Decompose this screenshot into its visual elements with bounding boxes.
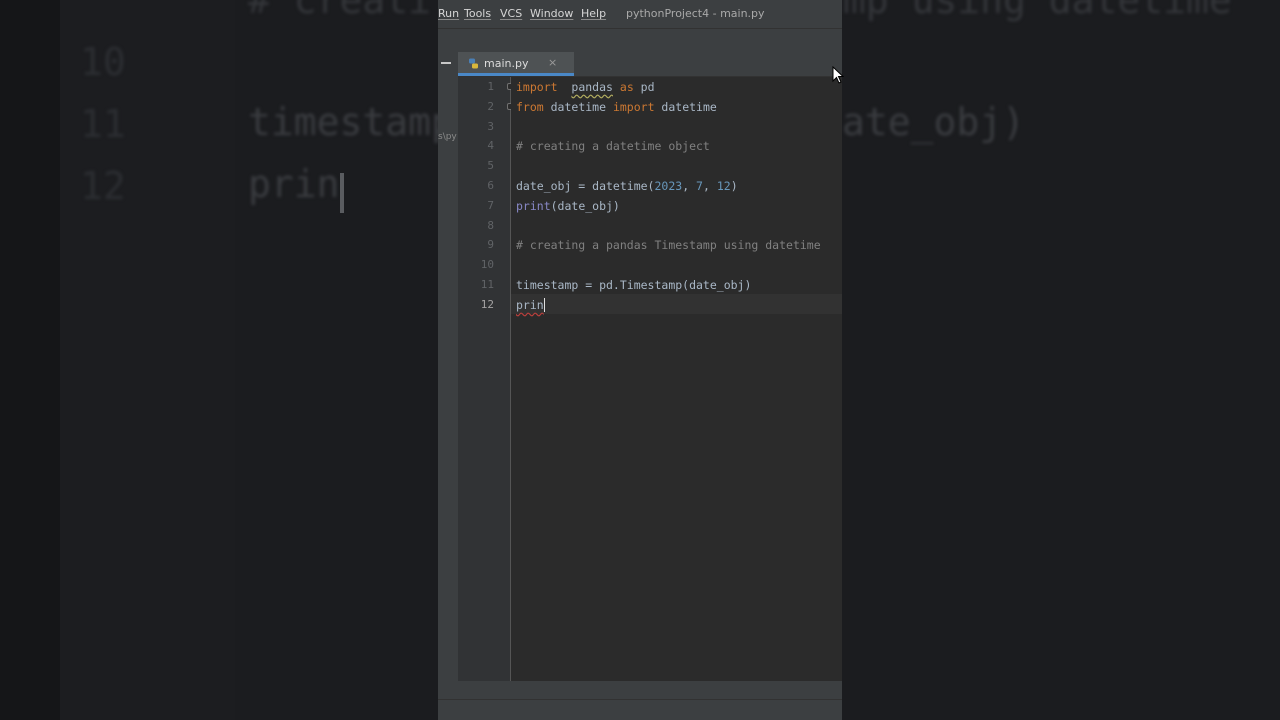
code-token: 2023	[654, 179, 683, 193]
line-number: 2	[487, 99, 494, 113]
background-code-line: timestamp	[248, 100, 454, 144]
code-line: # creating a datetime object	[516, 136, 710, 156]
code-token: timestamp = pd.Timestamp(date_obj)	[516, 278, 752, 292]
code-line: from datetime import datetime	[516, 97, 717, 117]
code-token: pd	[633, 80, 655, 94]
current-line-highlight	[511, 294, 842, 314]
menu-help[interactable]: Help	[581, 7, 606, 20]
project-panel: s\py	[438, 52, 458, 704]
window-title: pythonProject4 - main.py	[626, 7, 765, 20]
line-number: 4	[487, 139, 494, 153]
project-path: s\py	[438, 132, 457, 142]
ide-window: Run Tools VCS Window Help pythonProject4…	[438, 0, 842, 720]
code-token: 12	[716, 179, 731, 193]
close-icon[interactable]: ×	[548, 56, 557, 69]
minimize-icon[interactable]	[441, 62, 451, 64]
background-line-fragment-right: amp using datetime	[820, 0, 1232, 22]
background-line-number: 12	[80, 164, 126, 208]
background-code-text: prin	[248, 162, 340, 206]
mouse-pointer-icon	[832, 66, 844, 84]
code-token: datetime	[543, 99, 613, 114]
menu-run[interactable]: Run	[438, 7, 459, 20]
code-token: # creating a pandas Timestamp using date…	[516, 238, 821, 253]
menu-window[interactable]: Window	[530, 7, 573, 20]
background-code-line12: prin	[248, 162, 344, 213]
code-line: date_obj = datetime(2023, 7, 12)	[516, 176, 738, 196]
line-number: 11	[480, 278, 494, 291]
line-number: 3	[487, 119, 494, 133]
editor-tab-bar: main.py ×	[458, 52, 842, 77]
menu-tools[interactable]: Tools	[464, 7, 491, 20]
code-token: prin	[516, 297, 544, 312]
code-token: date_obj = datetime(	[516, 179, 655, 193]
code-token: datetime	[654, 99, 717, 114]
menu-vcs[interactable]: VCS	[500, 7, 522, 20]
horizontal-scrollbar[interactable]	[458, 681, 842, 699]
background-line-number: 11	[80, 102, 126, 146]
line-number: 9	[487, 238, 494, 252]
background-line-number: 10	[80, 40, 126, 84]
code-token: )	[730, 179, 738, 193]
code-line: import pandas as pd	[516, 77, 655, 97]
code-token: # creating a datetime object	[516, 139, 710, 154]
line-number: 5	[487, 159, 494, 173]
background-code-line-right: ate_obj)	[842, 100, 1026, 144]
background-line-fragment: # creati	[248, 0, 432, 22]
code-line: print(date_obj)	[516, 196, 620, 216]
code-token: ,	[702, 179, 717, 193]
code-token: print	[516, 198, 551, 213]
tab-label: main.py	[484, 57, 529, 70]
code-token: import	[516, 80, 558, 94]
code-line: timestamp = pd.Timestamp(date_obj)	[516, 275, 751, 295]
code-editor[interactable]: import pandas as pd from datetime import …	[511, 77, 842, 681]
code-token: pandas	[571, 80, 613, 94]
python-file-icon	[469, 58, 478, 69]
line-number: 8	[487, 218, 494, 232]
code-line: prin	[516, 295, 546, 315]
toolbar	[438, 28, 842, 53]
line-number: 10	[480, 258, 494, 272]
line-number: 12	[480, 297, 494, 311]
code-line: # creating a pandas Timestamp using date…	[516, 235, 821, 255]
code-token: ,	[682, 179, 697, 193]
code-token: as	[619, 80, 634, 94]
code-token: import	[612, 99, 655, 114]
line-number-gutter: 1 2 3 4 5 6 7 8 9 10 11 12	[458, 77, 514, 681]
background-caret	[339, 172, 344, 213]
tab-main-py[interactable]: main.py ×	[458, 52, 574, 76]
line-number: 1	[487, 80, 494, 93]
code-token: 7	[696, 179, 703, 193]
line-number: 7	[487, 198, 494, 212]
menu-bar: Run Tools VCS Window Help pythonProject4…	[438, 0, 842, 28]
code-token: from	[516, 99, 544, 114]
text-caret	[543, 297, 546, 312]
status-bar	[438, 699, 842, 720]
code-token: (date_obj)	[550, 198, 620, 213]
line-number: 6	[487, 179, 494, 192]
